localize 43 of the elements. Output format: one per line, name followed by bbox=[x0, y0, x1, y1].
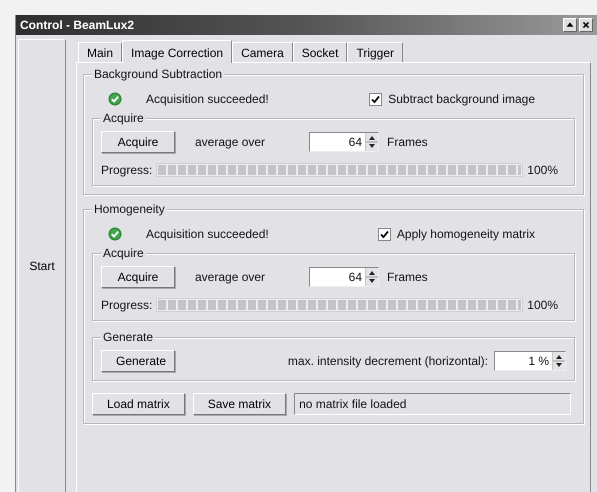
success-check-icon bbox=[108, 92, 122, 106]
spin-arrows-icon[interactable] bbox=[365, 133, 378, 151]
tab[interactable]: Trigger bbox=[347, 42, 404, 62]
checkbox-label: Apply homogeneity matrix bbox=[396, 227, 535, 241]
average-label: average over bbox=[195, 270, 266, 284]
tab[interactable]: Socket bbox=[292, 42, 348, 62]
intensity-decrement-label: max. intensity decrement (horizontal): bbox=[286, 354, 488, 368]
progress-label: Progress: bbox=[101, 298, 152, 312]
checkbox-label: Subtract background image bbox=[388, 92, 535, 106]
acquire-button[interactable]: Acquire bbox=[101, 266, 175, 288]
frames-label: Frames bbox=[387, 135, 428, 149]
spin-arrows-icon[interactable] bbox=[365, 268, 378, 286]
load-matrix-button[interactable]: Load matrix bbox=[92, 393, 185, 415]
matrix-file-status: no matrix file loaded bbox=[294, 393, 571, 415]
group-title: Homogeneity bbox=[92, 202, 167, 216]
generate-button[interactable]: Generate bbox=[101, 350, 175, 372]
group-title: Background Subtraction bbox=[92, 67, 224, 81]
tab[interactable]: Image Correction bbox=[122, 40, 232, 63]
status-message: Acquisition succeeded! bbox=[146, 227, 270, 241]
group-title: Acquire bbox=[101, 111, 146, 125]
acquire-button[interactable]: Acquire bbox=[101, 131, 175, 153]
group-title: Acquire bbox=[101, 246, 146, 260]
close-icon[interactable] bbox=[579, 18, 593, 32]
tab[interactable]: Camera bbox=[232, 42, 293, 62]
status-message: Acquisition succeeded! bbox=[146, 92, 270, 106]
success-check-icon bbox=[108, 227, 122, 241]
progress-label: Progress: bbox=[101, 163, 152, 177]
progress-reading: 100% bbox=[527, 298, 558, 312]
save-matrix-button[interactable]: Save matrix bbox=[192, 393, 286, 415]
checkbox[interactable] bbox=[378, 228, 391, 240]
average-label: average over bbox=[195, 135, 266, 149]
frames-field[interactable]: 64 bbox=[309, 267, 379, 287]
spin-arrows-icon[interactable] bbox=[552, 352, 565, 370]
checkbox[interactable] bbox=[369, 92, 382, 106]
decrement-field[interactable]: 1 % bbox=[494, 351, 566, 371]
window-title: Control - BeamLux2 bbox=[20, 18, 136, 32]
group-title: Generate bbox=[101, 330, 156, 344]
frames-label: Frames bbox=[387, 270, 428, 284]
collapse-icon[interactable] bbox=[563, 18, 577, 32]
tab[interactable]: Main bbox=[78, 42, 122, 62]
frames-field[interactable]: 64 bbox=[309, 132, 379, 152]
start-button[interactable]: Start bbox=[18, 39, 66, 492]
progress-reading: 100% bbox=[527, 163, 558, 177]
